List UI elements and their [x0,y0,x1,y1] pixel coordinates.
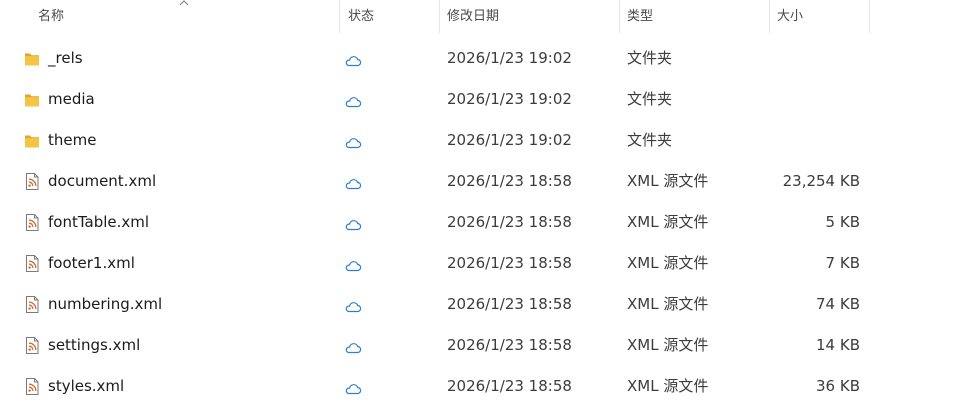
file-row[interactable]: styles.xml 2026/1/23 18:58 XML 源文件 36 KB [0,366,979,407]
file-row[interactable]: theme 2026/1/23 19:02 文件夹 [0,120,979,161]
cloud-icon [344,216,362,231]
xml-file-icon [24,213,40,232]
file-type: XML 源文件 [627,336,709,354]
file-modified: 2026/1/23 18:58 [447,254,572,272]
file-size: 5 KB [825,213,860,231]
file-size: 7 KB [825,254,860,272]
file-row[interactable]: footer1.xml 2026/1/23 18:58 XML 源文件 7 KB [0,243,979,284]
file-size [770,79,860,120]
file-modified: 2026/1/23 19:02 [447,49,572,67]
file-type: XML 源文件 [627,377,709,395]
cloud-icon [344,298,362,313]
file-row[interactable]: media 2026/1/23 19:02 文件夹 [0,79,979,120]
column-divider[interactable] [339,0,340,33]
file-modified: 2026/1/23 18:58 [447,213,572,231]
file-row[interactable]: numbering.xml 2026/1/23 18:58 XML 源文件 74 KB [0,284,979,325]
cloud-icon [344,380,362,395]
file-name[interactable]: settings.xml [48,325,140,366]
file-type: XML 源文件 [627,254,709,272]
file-modified: 2026/1/23 18:58 [447,295,572,313]
xml-file-icon [24,254,40,273]
file-type: XML 源文件 [627,213,709,231]
column-header-size-label: 大小 [777,9,804,24]
cloud-icon [344,257,362,272]
file-modified: 2026/1/23 18:58 [447,336,572,354]
file-row[interactable]: _rels 2026/1/23 19:02 文件夹 [0,38,979,79]
file-size [770,38,860,79]
file-name[interactable]: media [48,79,95,120]
folder-icon [24,49,40,68]
file-modified: 2026/1/23 18:58 [447,172,572,190]
file-name[interactable]: _rels [48,38,83,79]
xml-file-icon [24,172,40,191]
file-size [770,120,860,161]
file-size: 23,254 KB [782,172,860,190]
column-divider[interactable] [619,0,620,33]
chevron-up-icon [179,0,189,6]
file-modified: 2026/1/23 18:58 [447,377,572,395]
column-divider[interactable] [869,0,870,33]
column-header-type[interactable]: 类型 [627,0,767,33]
file-name[interactable]: document.xml [48,161,156,202]
cloud-icon [344,93,362,108]
file-name[interactable]: numbering.xml [48,284,162,325]
folder-icon [24,131,40,150]
cloud-icon [344,52,362,67]
cloud-icon [344,134,362,149]
column-header-status[interactable]: 状态 [348,0,438,33]
folder-icon [24,90,40,109]
file-row[interactable]: settings.xml 2026/1/23 18:58 XML 源文件 14 KB [0,325,979,366]
xml-file-icon [24,295,40,314]
file-name[interactable]: styles.xml [48,366,124,407]
file-type: 文件夹 [627,90,673,108]
file-type: XML 源文件 [627,295,709,313]
column-header-status-label: 状态 [348,9,375,24]
file-size: 74 KB [816,295,860,313]
cloud-icon [344,175,362,190]
column-header-modified-label: 修改日期 [447,9,500,24]
xml-file-icon [24,336,40,355]
column-header: 名称 状态 修改日期 类型 大小 [0,0,979,33]
file-type: 文件夹 [627,131,673,149]
file-type: 文件夹 [627,49,673,67]
file-modified: 2026/1/23 19:02 [447,90,572,108]
file-size: 14 KB [816,336,860,354]
file-row[interactable]: fontTable.xml 2026/1/23 18:58 XML 源文件 5 KB [0,202,979,243]
column-divider[interactable] [439,0,440,33]
file-name[interactable]: footer1.xml [48,243,135,284]
file-modified: 2026/1/23 19:02 [447,131,572,149]
column-header-modified[interactable]: 修改日期 [447,0,617,33]
cloud-icon [344,339,362,354]
column-header-type-label: 类型 [627,9,654,24]
column-header-name-label: 名称 [38,9,65,24]
column-header-size[interactable]: 大小 [777,0,867,33]
file-name[interactable]: fontTable.xml [48,202,149,243]
file-type: XML 源文件 [627,172,709,190]
file-row[interactable]: document.xml 2026/1/23 18:58 XML 源文件 23,254… [0,161,979,202]
xml-file-icon [24,377,40,396]
file-name[interactable]: theme [48,120,96,161]
file-size: 36 KB [816,377,860,395]
column-divider[interactable] [769,0,770,33]
